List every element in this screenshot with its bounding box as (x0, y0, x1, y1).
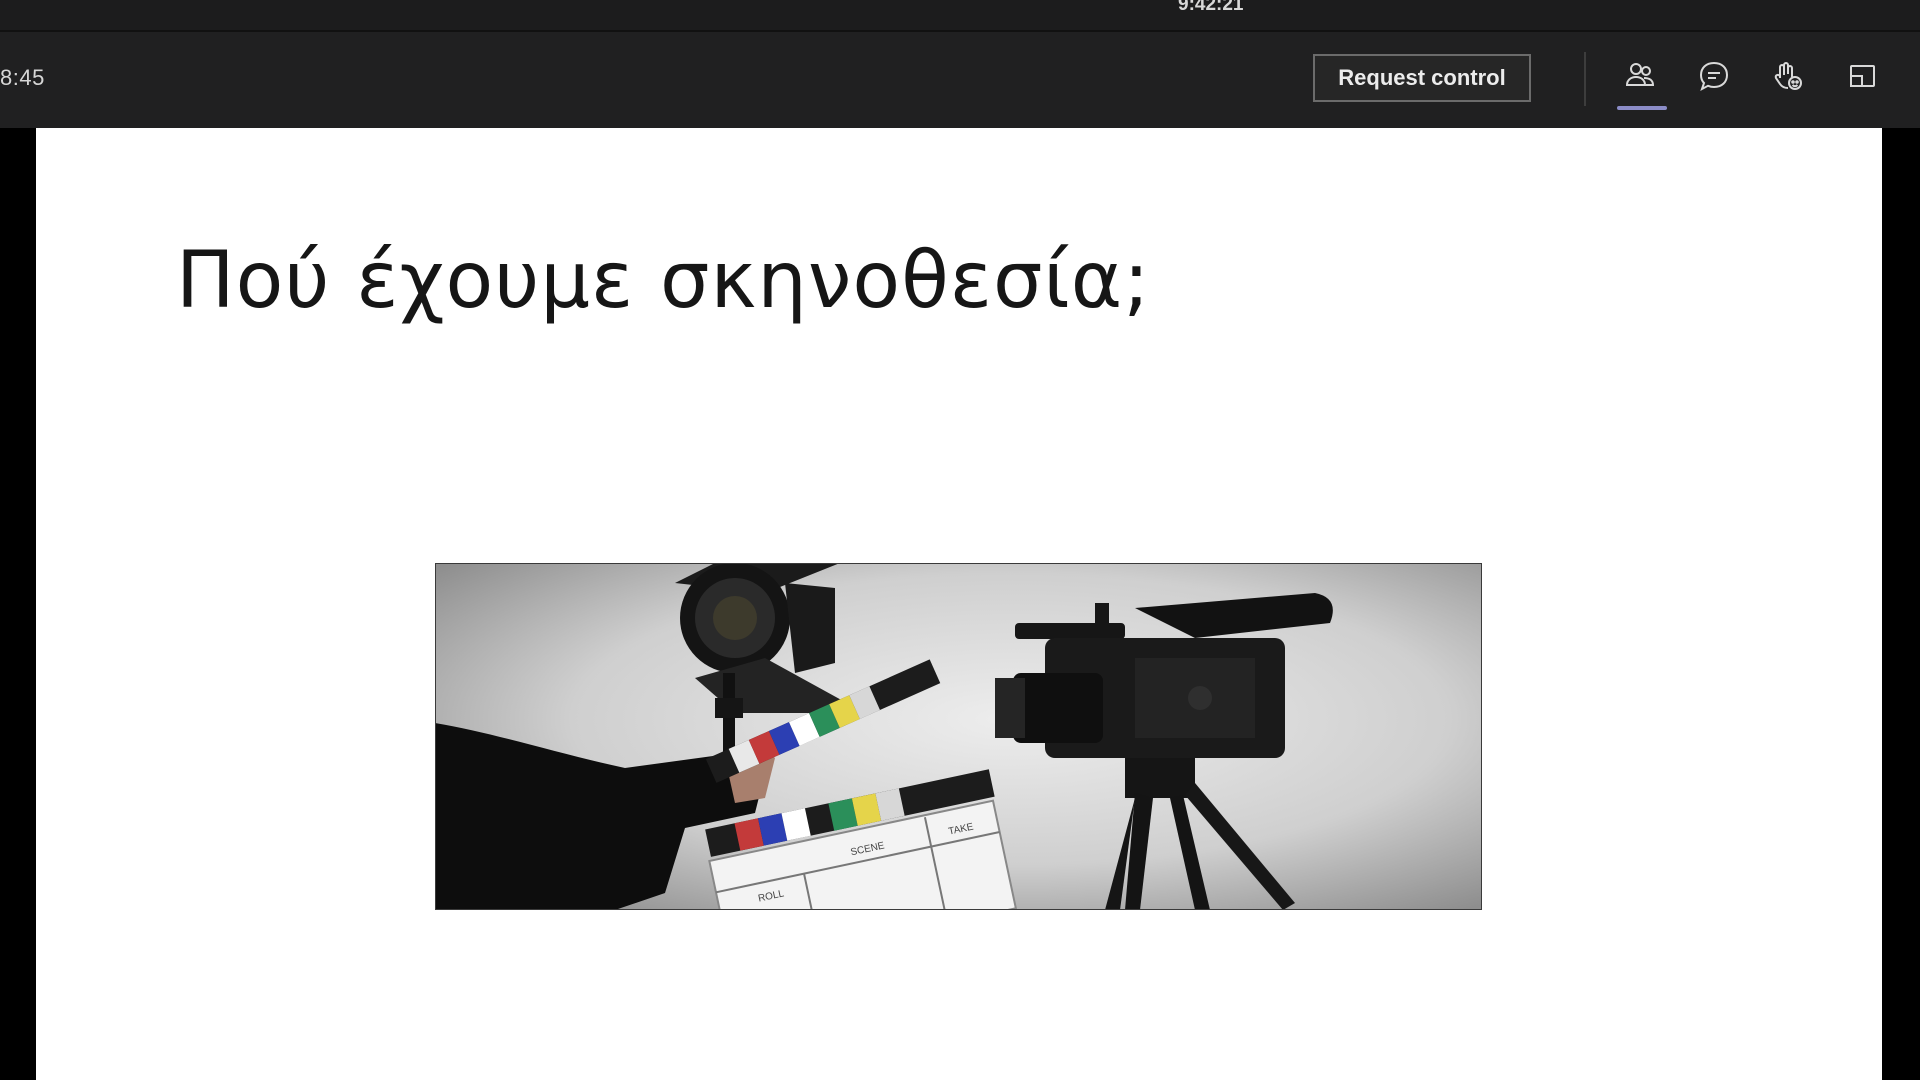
film-production-photo: ROLL SCENE TAKE (435, 563, 1482, 910)
meeting-toolbar: 8:45 Request control (0, 32, 1920, 128)
stage-letterbox-right (1882, 128, 1920, 1080)
system-clock: 9:42:21 (1178, 0, 1244, 15)
shared-slide: Πού έχουμε σκηνοθεσία; ROLL SCENE TAKE (36, 128, 1882, 1080)
active-tab-indicator (1617, 106, 1667, 110)
slide-photo: ROLL SCENE TAKE (435, 563, 1482, 910)
view-icon[interactable] (1840, 54, 1884, 98)
request-control-button[interactable]: Request control (1313, 54, 1531, 102)
chat-icon[interactable] (1692, 54, 1736, 98)
people-icon[interactable] (1618, 54, 1662, 98)
window-top-strip: 9:42:21 (0, 0, 1920, 32)
slide-title: Πού έχουμε σκηνοθεσία; (176, 236, 1151, 326)
reactions-icon[interactable] (1766, 54, 1810, 98)
stage-letterbox-left (0, 128, 36, 1080)
toolbar-divider (1584, 52, 1586, 106)
meeting-timer: 8:45 (0, 65, 45, 90)
